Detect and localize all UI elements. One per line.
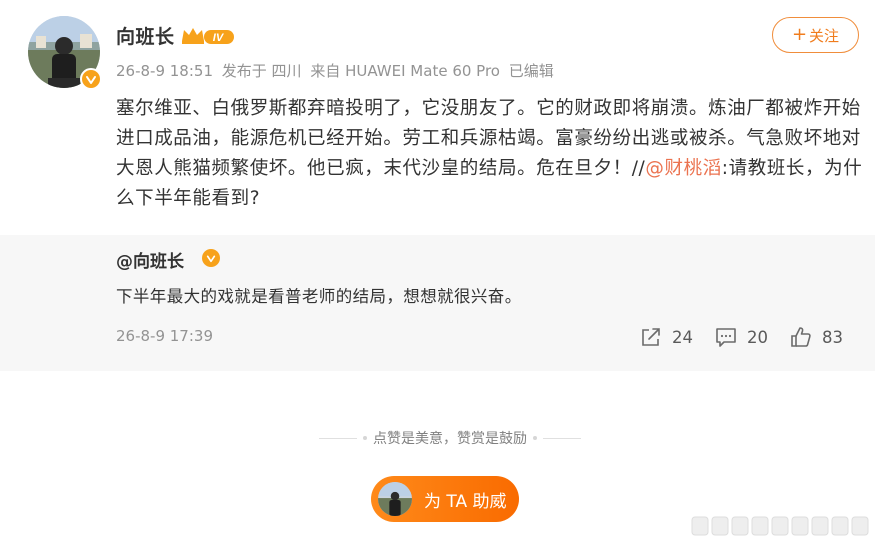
vip-level-badge: IV [180,25,236,47]
post-time[interactable]: 26-8-9 18:51 [116,62,213,80]
share-icon [642,328,660,346]
reward-hint-text: 点赞是美意，赞赏是鼓励 [373,431,527,447]
like-count: 83 [822,327,843,347]
post-text: 塞尔维亚、白俄罗斯都弃暗投明了，它没朋友了。它的财政即将崩溃。炼油厂都被炸开始进… [116,94,864,214]
divider-dot [363,436,367,440]
username[interactable]: 向班长 [116,22,175,49]
vip-level-text: IV [213,32,225,44]
comment-button[interactable]: 20 [715,326,768,348]
thumbs-up-icon [791,327,811,347]
verified-badge-icon [202,249,220,267]
like-button[interactable]: 83 [790,326,843,348]
reward-avatar [378,482,412,516]
repost-author[interactable]: @向班长 [116,247,184,272]
share-count: 24 [672,327,693,347]
comment-icon [716,328,736,347]
plus-icon: + [791,24,808,45]
follow-label: 关注 [809,26,840,45]
weibo-post: 向班长 IV 26-8-9 18:51 发布于 四川 来自 HUAWEI Mat… [0,0,875,545]
watermark [690,515,870,537]
verified-badge-icon [80,68,102,90]
post-device: 来自 HUAWEI Mate 60 Pro [310,62,500,80]
divider-dot [533,436,537,440]
mention-link[interactable]: @财桃滔 [645,158,721,179]
comment-count: 20 [747,327,768,347]
post-edited[interactable]: 已编辑 [509,62,554,80]
divider [319,437,357,439]
repost-time[interactable]: 26-8-9 17:39 [116,327,213,345]
post-meta: 26-8-9 18:51 发布于 四川 来自 HUAWEI Mate 60 Pr… [116,60,558,81]
repost-card[interactable]: @向班长 下半年最大的戏就是看普老师的结局，想想就很兴奋。 26-8-9 17:… [0,235,875,371]
repost-actions: 24 20 83 [640,324,843,350]
post-location: 发布于 四川 [221,62,302,80]
repost-text: 下半年最大的戏就是看普老师的结局，想想就很兴奋。 [116,287,522,306]
reward-hint: 点赞是美意，赞赏是鼓励 [300,428,600,448]
divider [543,437,581,439]
share-button[interactable]: 24 [640,326,693,348]
follow-button[interactable]: + 关注 [772,17,859,53]
reward-button-label: 为 TA 助威 [424,491,507,512]
reward-button[interactable]: 为 TA 助威 [371,476,519,522]
